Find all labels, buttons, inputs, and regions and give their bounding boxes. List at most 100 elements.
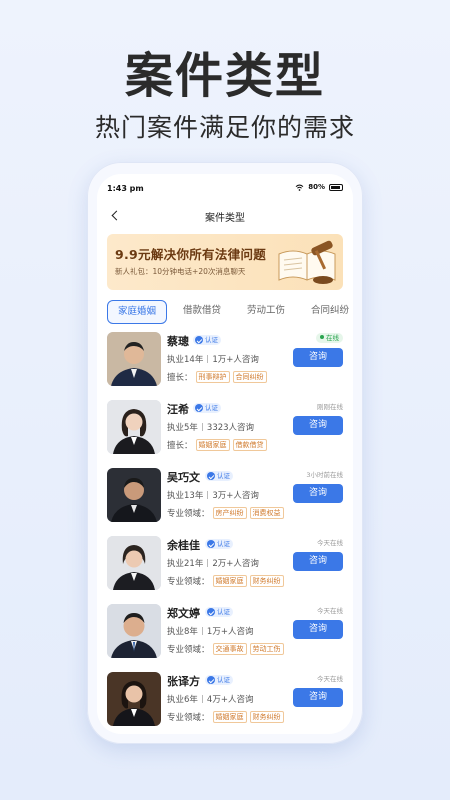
phone-frame: 1:43 pm 80% 案件类型 9.9元解决你所有法律问题 新人礼包：10分钟… xyxy=(87,162,363,744)
online-status-text: 在线 xyxy=(326,334,339,342)
consult-count: 4万+人咨询 xyxy=(206,695,254,705)
online-status: 今天在线 xyxy=(317,675,343,683)
lawyer-card[interactable]: 汪希 认证 执业5年 3323人咨询 擅长： 婚姻家庭 借款借贷 刚刚在线 咨询 xyxy=(107,400,343,462)
verified-badge: 认证 xyxy=(193,403,221,413)
field-tag: 婚姻家庭 xyxy=(195,439,230,451)
lawyer-name: 张译方 xyxy=(167,675,200,688)
lawyer-card[interactable]: 张译方 认证 执业6年 4万+人咨询 专业领域： 婚姻家庭 财务纠纷 今天在线 咨… xyxy=(107,672,343,734)
lawyer-photo xyxy=(107,604,161,658)
consult-button[interactable]: 咨询 xyxy=(293,484,343,503)
field-tag: 合同纠纷 xyxy=(232,371,267,383)
tab-contract-dispute[interactable]: 合同纠纷 xyxy=(301,300,353,324)
tab-loans[interactable]: 借款借贷 xyxy=(173,300,231,324)
verified-label: 认证 xyxy=(217,676,230,684)
promo-title: 案件类型 xyxy=(124,48,325,104)
promo-subtitle: 热门案件满足你的需求 xyxy=(94,113,355,142)
lawyer-name: 郑文婷 xyxy=(167,607,200,620)
verified-check-icon xyxy=(207,540,215,548)
app-screen: 1:43 pm 80% 案件类型 9.9元解决你所有法律问题 新人礼包：10分钟… xyxy=(97,174,353,734)
consult-button[interactable]: 咨询 xyxy=(293,552,343,571)
lawyer-name: 吴巧文 xyxy=(167,471,200,484)
avatar xyxy=(107,468,161,522)
lawyer-fields: 擅长： 刑事辩护 合同纠纷 xyxy=(167,371,267,383)
lawyer-photo xyxy=(107,672,161,726)
battery-icon xyxy=(329,183,343,191)
online-status: 刚刚在线 xyxy=(317,403,343,411)
lawyer-name: 蔡璁 xyxy=(167,335,189,348)
law-book-gavel-icon xyxy=(278,240,336,284)
lawyer-card[interactable]: 郑文婷 认证 执业8年 1万+人咨询 专业领域： 交通事故 劳动工伤 今天在线 咨… xyxy=(107,604,343,666)
consult-count: 1万+人咨询 xyxy=(206,627,254,637)
field-label: 擅长： xyxy=(167,441,193,451)
avatar xyxy=(107,400,161,454)
divider xyxy=(201,627,203,635)
verified-check-icon xyxy=(207,608,215,616)
practice-years: 执业21年 xyxy=(167,559,204,569)
online-status: 3小时前在线 xyxy=(306,471,343,479)
lawyer-photo xyxy=(107,468,161,522)
consult-count: 2万+人咨询 xyxy=(212,559,259,569)
lawyer-card[interactable]: 蔡璁 认证 执业14年 1万+人咨询 擅长： 刑事辩护 合同纠纷 在线 咨询 xyxy=(107,332,343,394)
field-tag: 财务纠纷 xyxy=(249,711,284,723)
lawyer-card[interactable]: 余桂佳 认证 执业21年 2万+人咨询 专业领域： 婚姻家庭 财务纠纷 今天在线 … xyxy=(107,536,343,598)
lawyer-stats: 执业6年 4万+人咨询 xyxy=(167,693,253,705)
field-tag: 交通事故 xyxy=(212,643,247,655)
banner-title: 9.9元解决你所有法律问题 xyxy=(115,247,267,262)
consult-button[interactable]: 咨询 xyxy=(293,348,343,367)
field-tag: 刑事辩护 xyxy=(195,371,230,383)
field-label: 专业领域： xyxy=(167,713,210,723)
lawyer-fields: 专业领域： 婚姻家庭 财务纠纷 xyxy=(167,575,284,587)
divider xyxy=(207,559,209,567)
practice-years: 执业5年 xyxy=(167,423,198,433)
verified-check-icon xyxy=(195,336,203,344)
verified-label: 认证 xyxy=(205,336,218,344)
consult-button[interactable]: 咨询 xyxy=(293,688,343,707)
status-bar: 1:43 pm 80% xyxy=(97,174,353,200)
banner-subtitle: 新人礼包：10分钟电话+20次消息聊天 xyxy=(115,267,246,276)
tab-family-marriage[interactable]: 家庭婚姻 xyxy=(107,300,167,324)
battery-percent: 80% xyxy=(308,183,325,191)
practice-years: 执业8年 xyxy=(167,627,198,637)
lawyer-photo xyxy=(107,332,161,386)
online-status: 今天在线 xyxy=(317,607,343,615)
lawyer-fields: 专业领域： 房产纠纷 消费权益 xyxy=(167,507,284,519)
consult-button[interactable]: 咨询 xyxy=(293,416,343,435)
tab-labor-injury[interactable]: 劳动工伤 xyxy=(237,300,295,324)
lawyer-stats: 执业21年 2万+人咨询 xyxy=(167,557,259,569)
lawyer-fields: 专业领域： 婚姻家庭 财务纠纷 xyxy=(167,711,284,723)
consult-count: 3万+人咨询 xyxy=(212,491,259,501)
verified-label: 认证 xyxy=(205,404,218,412)
lawyer-name: 余桂佳 xyxy=(167,539,200,552)
avatar xyxy=(107,604,161,658)
category-tabs: 家庭婚姻 借款借贷 劳动工伤 合同纠纷 xyxy=(107,300,353,326)
divider xyxy=(207,491,209,499)
divider xyxy=(201,423,203,431)
status-icons: 80% xyxy=(295,183,343,191)
field-tag: 财务纠纷 xyxy=(249,575,284,587)
lawyer-stats: 执业8年 1万+人咨询 xyxy=(167,625,253,637)
lawyer-card[interactable]: 吴巧文 认证 执业13年 3万+人咨询 专业领域： 房产纠纷 消费权益 3小时前在… xyxy=(107,468,343,530)
verified-check-icon xyxy=(195,404,203,412)
divider xyxy=(207,355,209,363)
avatar xyxy=(107,672,161,726)
online-status: 在线 xyxy=(316,333,343,343)
wifi-icon xyxy=(295,184,304,191)
verified-badge: 认证 xyxy=(205,675,233,685)
lawyer-stats: 执业14年 1万+人咨询 xyxy=(167,353,259,365)
status-time: 1:43 pm xyxy=(107,184,144,193)
practice-years: 执业13年 xyxy=(167,491,204,501)
field-tag: 消费权益 xyxy=(249,507,284,519)
field-tag: 借款借贷 xyxy=(232,439,267,451)
lawyer-fields: 擅长： 婚姻家庭 借款借贷 xyxy=(167,439,267,451)
consult-button[interactable]: 咨询 xyxy=(293,620,343,639)
lawyer-photo xyxy=(107,536,161,590)
verified-label: 认证 xyxy=(217,608,230,616)
field-label: 擅长： xyxy=(167,373,193,383)
verified-check-icon xyxy=(207,472,215,480)
promo-banner[interactable]: 9.9元解决你所有法律问题 新人礼包：10分钟电话+20次消息聊天 xyxy=(107,234,343,290)
nav-bar: 案件类型 xyxy=(97,204,353,230)
field-label: 专业领域： xyxy=(167,577,210,587)
lawyer-stats: 执业13年 3万+人咨询 xyxy=(167,489,259,501)
consult-count: 1万+人咨询 xyxy=(212,355,259,365)
lawyer-fields: 专业领域： 交通事故 劳动工伤 xyxy=(167,643,284,655)
